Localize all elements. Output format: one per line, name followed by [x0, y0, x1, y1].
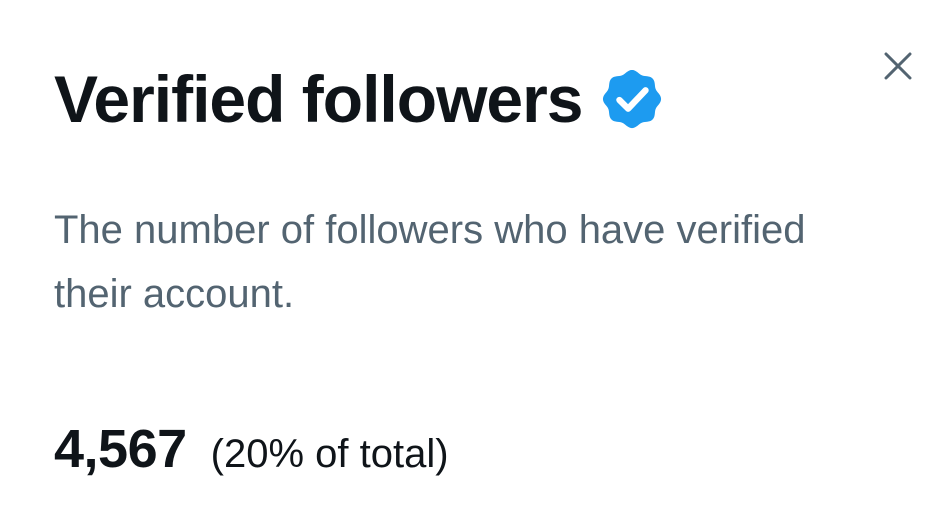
- verified-followers-share: (20% of total): [210, 432, 449, 476]
- verified-followers-dialog: Verified followers The number of followe…: [0, 0, 931, 530]
- close-button[interactable]: [876, 44, 920, 88]
- title-row: Verified followers: [54, 66, 663, 132]
- verified-badge-icon: [602, 69, 661, 129]
- close-icon: [884, 52, 912, 80]
- stat-row: 4,567 (20% of total): [54, 418, 449, 480]
- dialog-description: The number of followers who have verifie…: [54, 208, 806, 316]
- verified-followers-count: 4,567: [54, 419, 187, 479]
- dialog-title: Verified followers: [54, 62, 583, 136]
